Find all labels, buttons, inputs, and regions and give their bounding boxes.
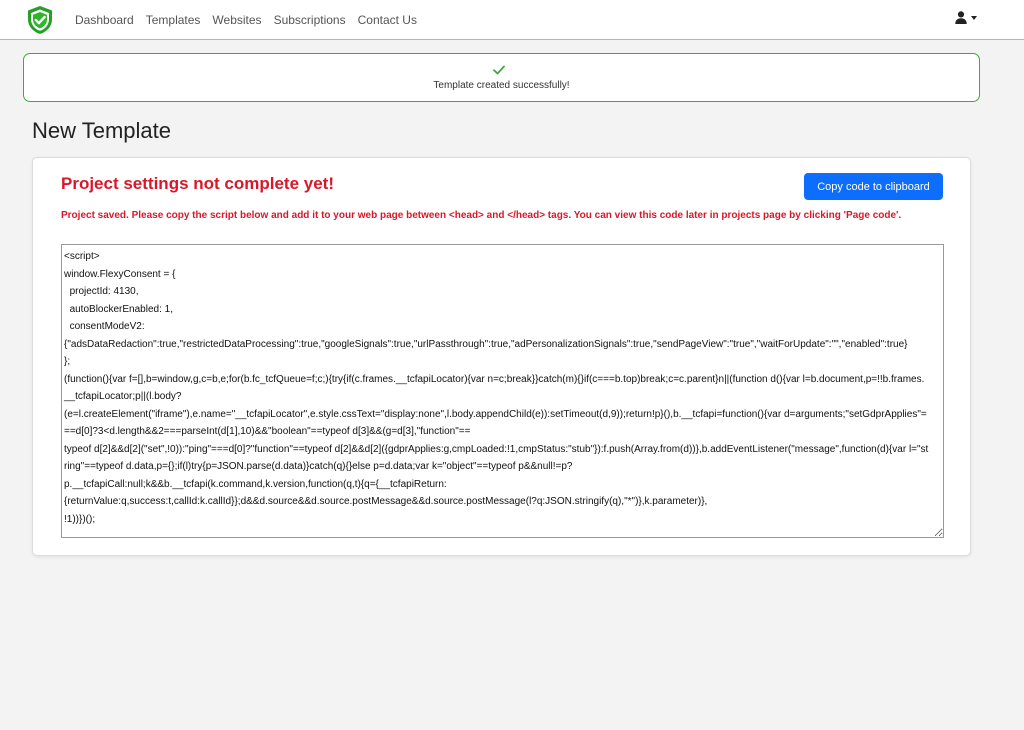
top-navbar: Dashboard Templates Websites Subscriptio… (0, 0, 1024, 40)
copy-code-button[interactable]: Copy code to clipboard (804, 173, 943, 200)
page-title: New Template (32, 118, 171, 143)
nav-link-subscriptions[interactable]: Subscriptions (274, 13, 346, 27)
success-alert: Template created successfully! (23, 53, 980, 102)
instructions-text: Project saved. Please copy the script be… (61, 210, 902, 221)
nav-link-contact-us[interactable]: Contact Us (358, 13, 417, 27)
user-icon (955, 11, 967, 24)
template-card: Project settings not complete yet! Copy … (32, 157, 971, 556)
warning-heading: Project settings not complete yet! (61, 174, 334, 193)
chevron-down-icon (971, 15, 977, 20)
nav-link-websites[interactable]: Websites (212, 13, 261, 27)
main-nav: Dashboard Templates Websites Subscriptio… (75, 0, 429, 40)
nav-link-templates[interactable]: Templates (146, 13, 201, 27)
alert-message: Template created successfully! (433, 80, 570, 91)
page-code-textarea[interactable]: <script> window.FlexyConsent = { project… (61, 244, 944, 538)
nav-link-dashboard[interactable]: Dashboard (75, 13, 134, 27)
check-icon (493, 65, 505, 75)
shield-check-logo-icon[interactable] (26, 5, 54, 35)
user-menu-toggle[interactable] (955, 11, 977, 24)
